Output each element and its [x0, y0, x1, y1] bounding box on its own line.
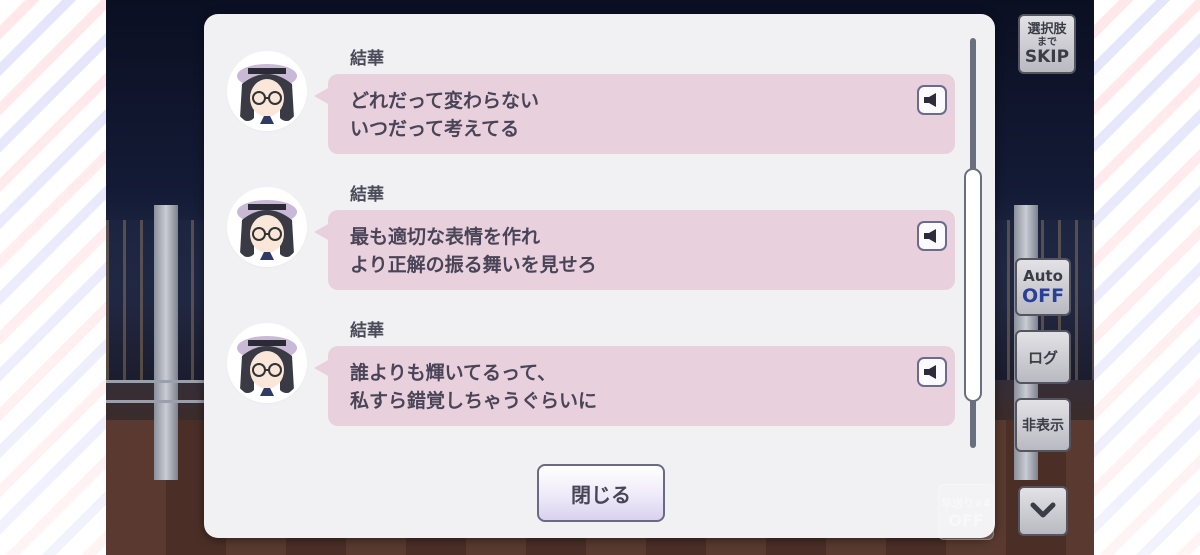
speaker-name: 結華	[350, 49, 384, 69]
decorative-stripes-right	[1094, 0, 1200, 555]
speaker-icon	[924, 93, 936, 107]
voice-replay-button[interactable]	[917, 221, 947, 251]
log-dialog: 結華 どれだって変わらない いつだって考えてる 結華 最も適切な表情を作れ より…	[204, 14, 995, 538]
skip-label-line3: SKIP	[1024, 46, 1070, 67]
railing	[106, 380, 206, 383]
chevron-down-icon	[1030, 502, 1056, 518]
speaker-name: 結華	[350, 321, 384, 341]
log-entry: 結華 どれだって変わらない いつだって考えてる	[224, 14, 964, 154]
dialogue-bubble: どれだって変わらない いつだって考えてる	[314, 74, 955, 154]
dialogue-line: 最も適切な表情を作れ	[350, 226, 541, 248]
skip-label-line2: まで	[1037, 36, 1057, 48]
hide-ui-button[interactable]: 非表示	[1015, 398, 1071, 452]
close-button[interactable]: 閉じる	[537, 464, 665, 522]
character-avatar	[230, 326, 304, 400]
dialogue-line: 私すら錯覚しちゃうぐらいに	[350, 390, 598, 412]
dialogue-line: どれだって変わらない	[350, 90, 540, 112]
dialogue-bubble: 最も適切な表情を作れ より正解の振る舞いを見せろ	[314, 210, 955, 290]
auto-label: Auto	[1023, 267, 1063, 285]
voice-replay-button[interactable]	[917, 357, 947, 387]
auto-toggle-button[interactable]: Auto OFF	[1015, 258, 1071, 316]
fast-forward-state: OFF	[948, 510, 984, 530]
fast-forward-toggle[interactable]: 早送り×4 OFF	[938, 484, 994, 540]
log-entry: 結華 最も適切な表情を作れ より正解の振る舞いを見せろ	[224, 150, 964, 290]
voice-replay-button[interactable]	[917, 85, 947, 115]
auto-state: OFF	[1021, 285, 1065, 307]
skip-label-line1: 選択肢	[1027, 21, 1067, 37]
collapse-menu-button[interactable]	[1018, 486, 1068, 536]
dialogue-line: いつだって考えてる	[350, 118, 520, 140]
dialogue-line: より正解の振る舞いを見せろ	[350, 254, 597, 276]
decorative-stripes-left	[0, 0, 106, 555]
dialogue-line: 誰よりも輝いてるって、	[350, 362, 557, 384]
character-avatar	[230, 190, 304, 264]
speaker-name: 結華	[350, 185, 384, 205]
character-avatar	[230, 54, 304, 128]
log-entry: 結華 誰よりも輝いてるって、 私すら錯覚しちゃうぐらいに	[224, 286, 964, 426]
fast-forward-label: 早送り×4	[941, 496, 991, 510]
skip-to-choices-button[interactable]: 選択肢 まで SKIP	[1018, 14, 1076, 74]
speaker-icon	[924, 229, 936, 243]
speaker-icon	[924, 365, 936, 379]
light-pillar	[154, 205, 178, 480]
log-button[interactable]: ログ	[1015, 330, 1071, 384]
dialogue-bubble: 誰よりも輝いてるって、 私すら錯覚しちゃうぐらいに	[314, 346, 955, 426]
scrollbar-thumb[interactable]	[964, 168, 982, 402]
railing	[106, 400, 206, 403]
